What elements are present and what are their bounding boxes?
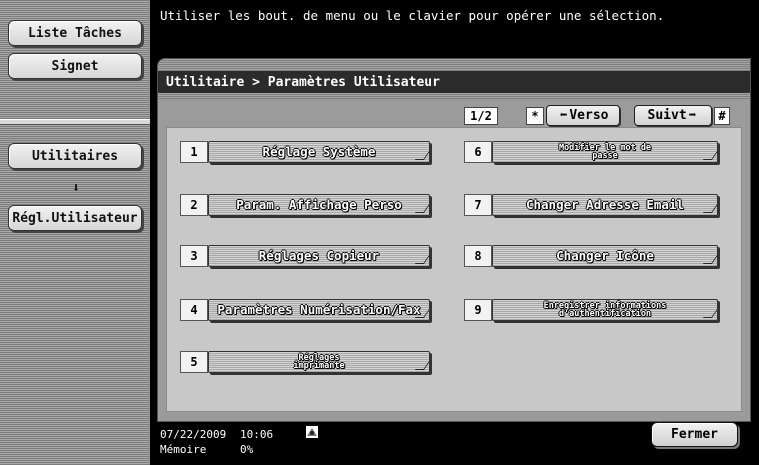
- close-label: Fermer: [671, 427, 718, 442]
- job-list-label: Liste Tâches: [28, 25, 122, 41]
- custom-display-settings-button[interactable]: Param. Affichage Perso: [208, 194, 430, 216]
- user-settings-label: Régl.Utilisateur: [12, 210, 138, 226]
- next-key-label: #: [714, 107, 730, 125]
- memory-label: Mémoire: [160, 443, 207, 456]
- left-arrow-icon: ⬅: [559, 108, 568, 123]
- breadcrumb: Utilitaire > Paramètres Utilisateur: [158, 71, 750, 93]
- menu-label: Réglages imprimante: [293, 353, 345, 371]
- change-icon-button[interactable]: Changer Icône: [492, 245, 718, 267]
- menu-number: 8: [464, 245, 492, 267]
- menu-number: 1: [180, 141, 208, 163]
- menu-number: 4: [180, 299, 208, 321]
- menu-number: 9: [464, 299, 492, 321]
- job-list-button[interactable]: Liste Tâches: [8, 20, 142, 46]
- change-email-button[interactable]: Changer Adresse Email: [492, 194, 718, 216]
- close-button[interactable]: Fermer: [651, 422, 738, 447]
- page-indicator: 1/2: [464, 107, 498, 125]
- menu-number: 3: [180, 245, 208, 267]
- menu-number: 6: [464, 141, 492, 163]
- bookmark-label: Signet: [51, 58, 99, 74]
- menu-label: Changer Icône: [556, 247, 654, 263]
- footer-time: 10:06: [240, 428, 274, 441]
- down-arrow-icon: ⬇: [72, 181, 80, 196]
- utilities-label: Utilitaires: [31, 148, 119, 164]
- menu-label: Réglage Système: [262, 143, 376, 159]
- menu-label: Enregistrer informations d'authentificat…: [543, 301, 667, 319]
- prev-key-label: *: [526, 107, 544, 125]
- main-panel: Utilitaire > Paramètres Utilisateur 1/2 …: [157, 58, 751, 422]
- user-settings-button[interactable]: Régl.Utilisateur: [8, 205, 142, 231]
- sidebar-divider: [0, 119, 150, 125]
- prev-page-button[interactable]: ⬅ Verso: [546, 105, 620, 126]
- menu-label: Paramètres Numérisation/Fax: [217, 301, 421, 317]
- memory-value: 0%: [240, 443, 254, 456]
- menu-label: Param. Affichage Perso: [236, 196, 402, 212]
- next-page-button[interactable]: Suivt ➡: [634, 105, 712, 126]
- footer-date: 07/22/2009: [160, 428, 227, 441]
- utilities-button[interactable]: Utilitaires: [8, 143, 142, 169]
- register-auth-info-button[interactable]: Enregistrer informations d'authentificat…: [492, 299, 718, 321]
- printer-settings-button[interactable]: Réglages imprimante: [208, 351, 430, 373]
- sidebar: Liste Tâches Signet Utilitaires ⬇ Régl.U…: [0, 0, 150, 465]
- instruction-message: Utiliser les bout. de menu ou le clavier…: [160, 8, 665, 23]
- menu-label: Réglages Copieur: [258, 247, 380, 263]
- change-password-button[interactable]: Modifier le mot de passe: [492, 141, 718, 163]
- menu-label: Modifier le mot de passe: [558, 143, 652, 161]
- network-icon: [306, 426, 318, 438]
- next-page-label: Suivt: [647, 108, 687, 123]
- system-settings-button[interactable]: Réglage Système: [208, 141, 430, 163]
- bookmark-button[interactable]: Signet: [8, 53, 142, 79]
- copier-settings-button[interactable]: Réglages Copieur: [208, 245, 430, 267]
- menu-label: Changer Adresse Email: [525, 196, 685, 212]
- prev-page-label: Verso: [569, 108, 609, 123]
- menu-number: 2: [180, 194, 208, 216]
- menu-number: 7: [464, 194, 492, 216]
- right-arrow-icon: ➡: [688, 108, 697, 123]
- scan-fax-settings-button[interactable]: Paramètres Numérisation/Fax: [208, 299, 430, 321]
- breadcrumb-text: Utilitaire > Paramètres Utilisateur: [166, 74, 440, 90]
- screen: Liste Tâches Signet Utilitaires ⬇ Régl.U…: [0, 0, 759, 465]
- menu-number: 5: [180, 351, 208, 373]
